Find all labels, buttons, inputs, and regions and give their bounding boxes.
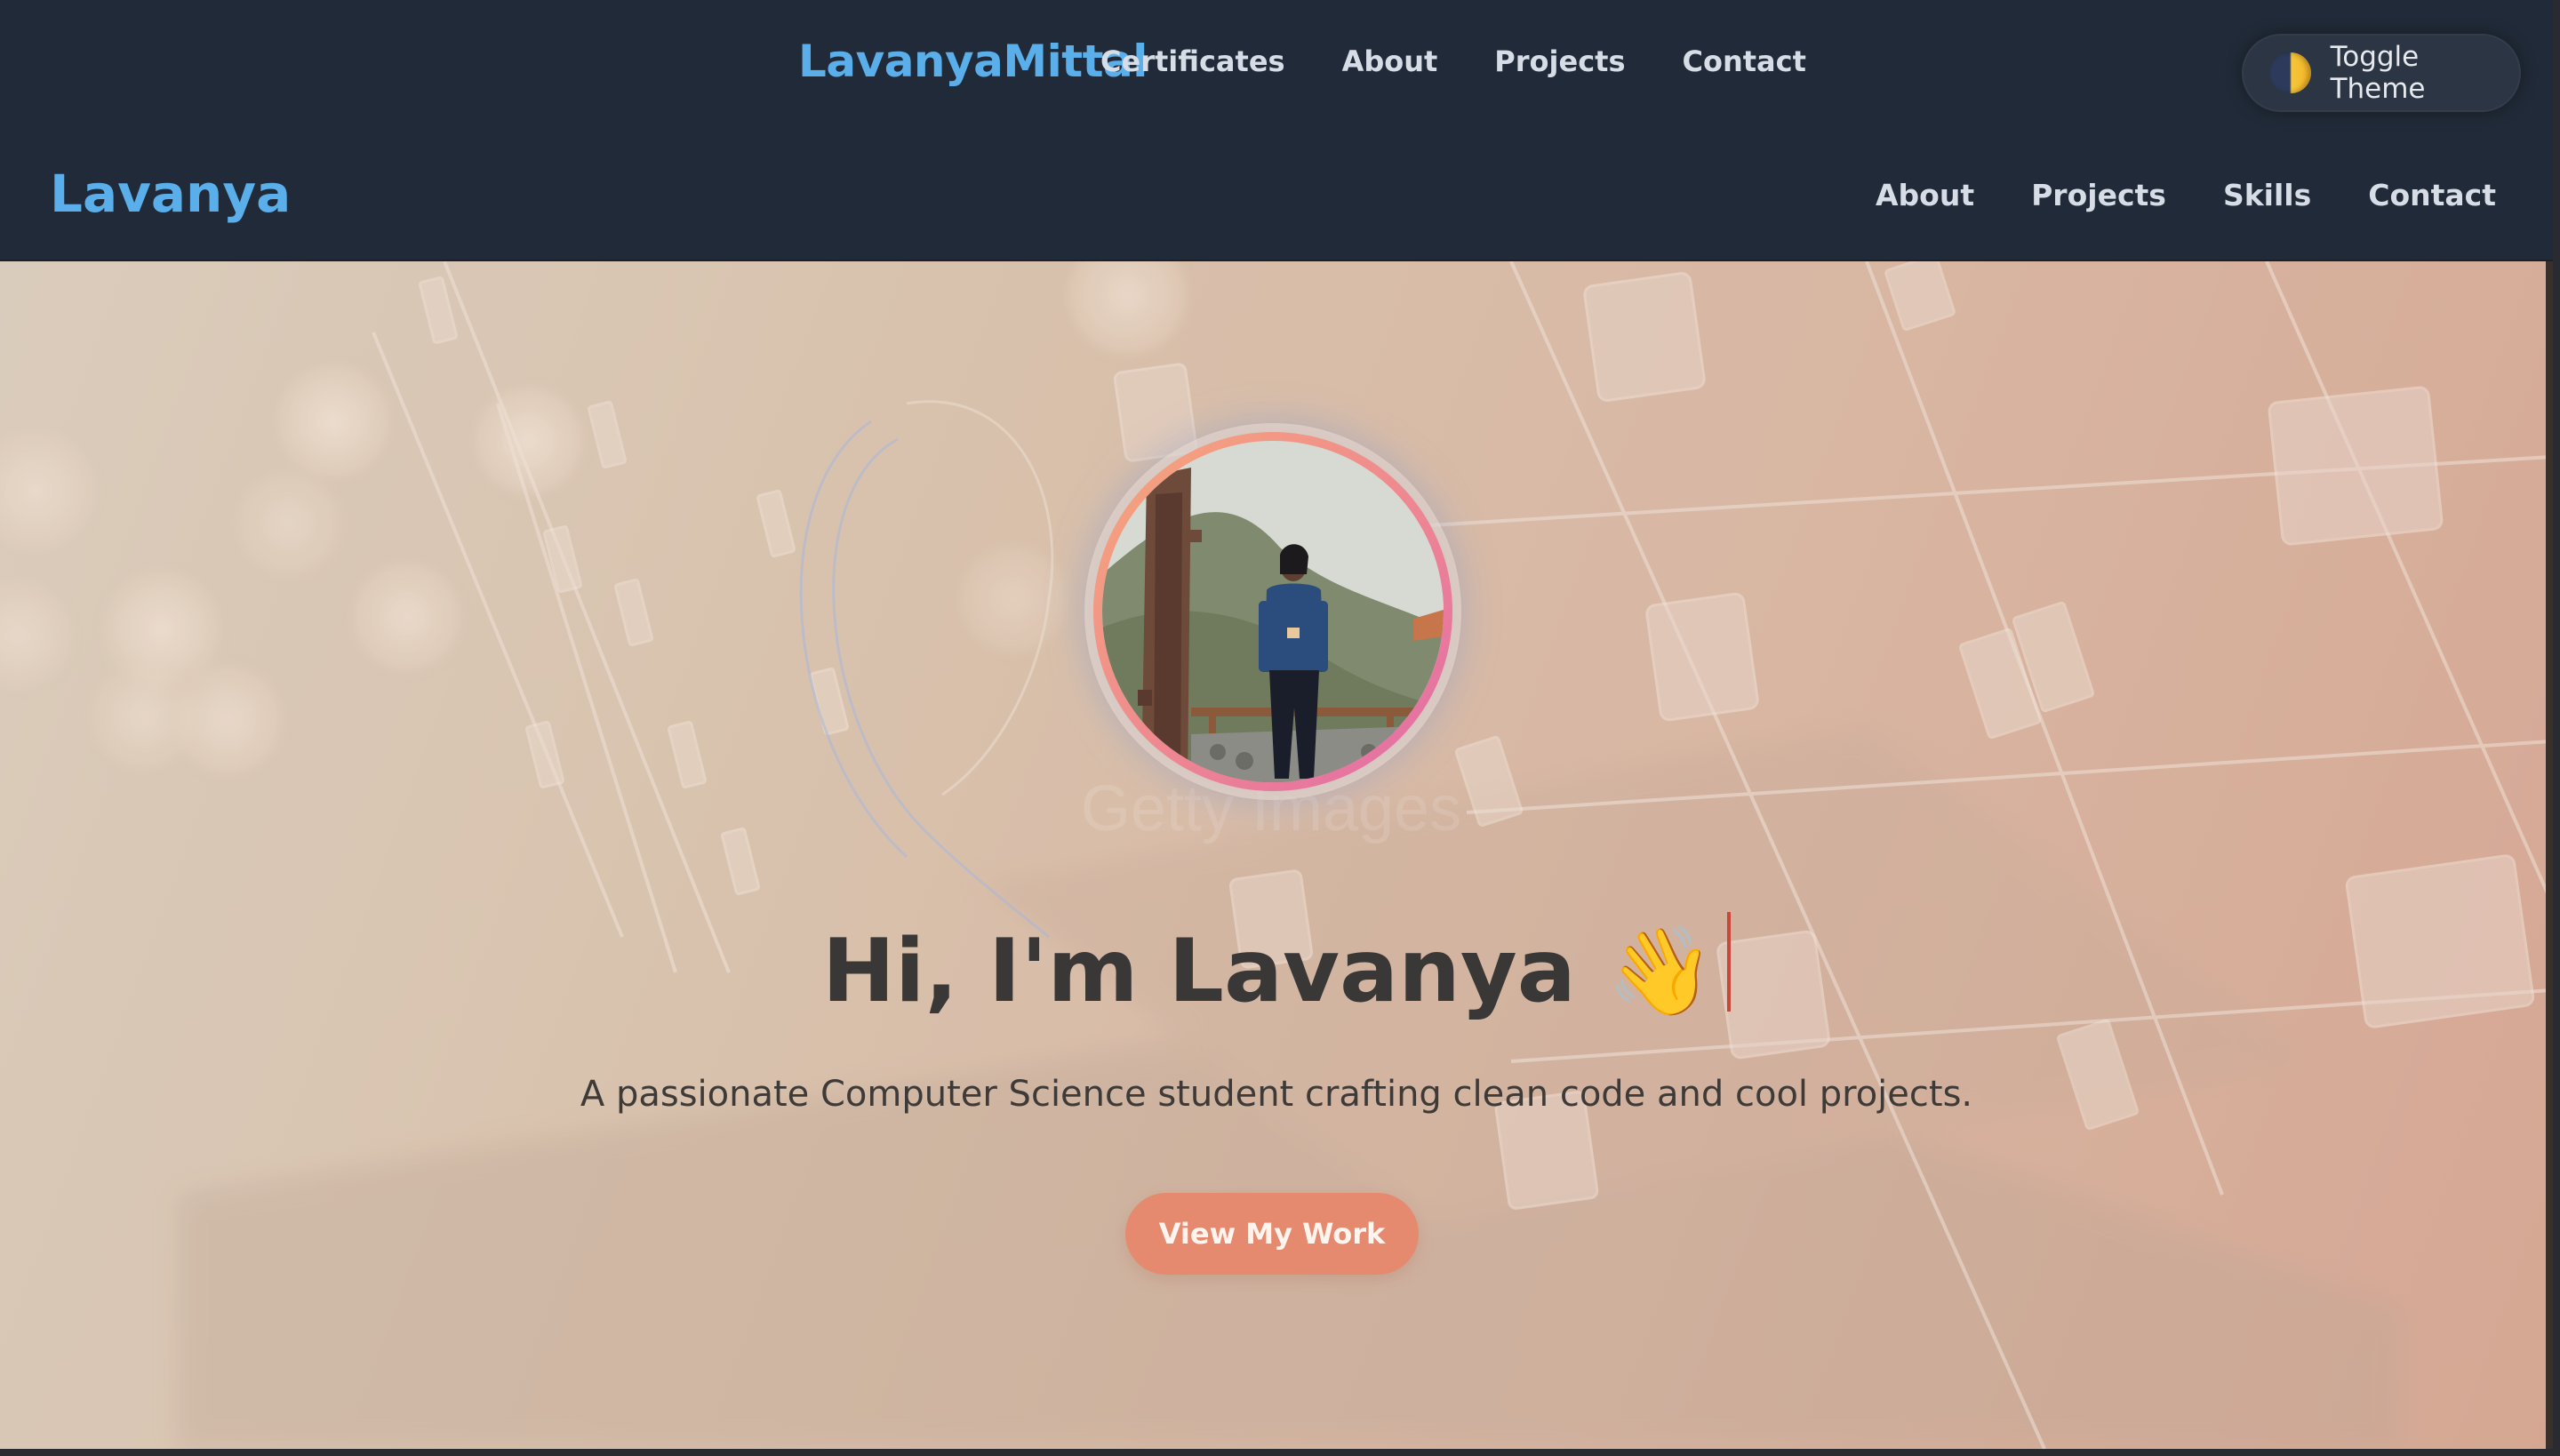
profile-avatar xyxy=(1102,441,1444,782)
main-navbar: Lavanya About Projects Skills Contact xyxy=(0,132,2553,261)
nav-contact[interactable]: Contact xyxy=(2368,178,2496,212)
top-nav-certificates[interactable]: Certificates xyxy=(1100,44,1285,78)
nav-skills[interactable]: Skills xyxy=(2223,178,2311,212)
profile-photo xyxy=(1102,441,1444,782)
bottom-edge xyxy=(0,1449,2560,1456)
hero-section: Getty Images Hi, I'm Lavanya 👋 A passion… xyxy=(0,261,2553,1449)
hero-heading: Hi, I'm Lavanya 👋 xyxy=(0,912,2553,1022)
view-my-work-button[interactable]: View My Work xyxy=(1125,1193,1419,1275)
top-header: LavanyaMittal Certificates About Project… xyxy=(0,0,2553,132)
main-nav: About Projects Skills Contact xyxy=(1876,178,2496,212)
hero-heading-text: Hi, I'm Lavanya xyxy=(821,921,1576,1022)
navbar-brand-logo[interactable]: Lavanya xyxy=(50,164,291,224)
top-nav: Certificates About Projects Contact xyxy=(1100,44,1806,78)
top-nav-projects[interactable]: Projects xyxy=(1494,44,1625,78)
top-brand-logo[interactable]: LavanyaMittal xyxy=(798,36,1148,87)
typing-cursor xyxy=(1727,912,1732,1012)
profile-avatar-ring xyxy=(1093,432,1452,791)
nav-about[interactable]: About xyxy=(1876,178,1974,212)
half-moon-icon xyxy=(2270,52,2311,93)
top-nav-contact[interactable]: Contact xyxy=(1683,44,1806,78)
top-nav-about[interactable]: About xyxy=(1342,44,1438,78)
page-scrollbar[interactable] xyxy=(2546,261,2553,1449)
nav-projects[interactable]: Projects xyxy=(2031,178,2166,212)
wave-icon: 👋 xyxy=(1606,921,1716,1022)
hero-subtitle: A passionate Computer Science student cr… xyxy=(580,1074,1973,1115)
theme-toggle-label: Toggle Theme xyxy=(2330,41,2426,105)
theme-toggle-button[interactable]: Toggle Theme xyxy=(2242,34,2521,112)
